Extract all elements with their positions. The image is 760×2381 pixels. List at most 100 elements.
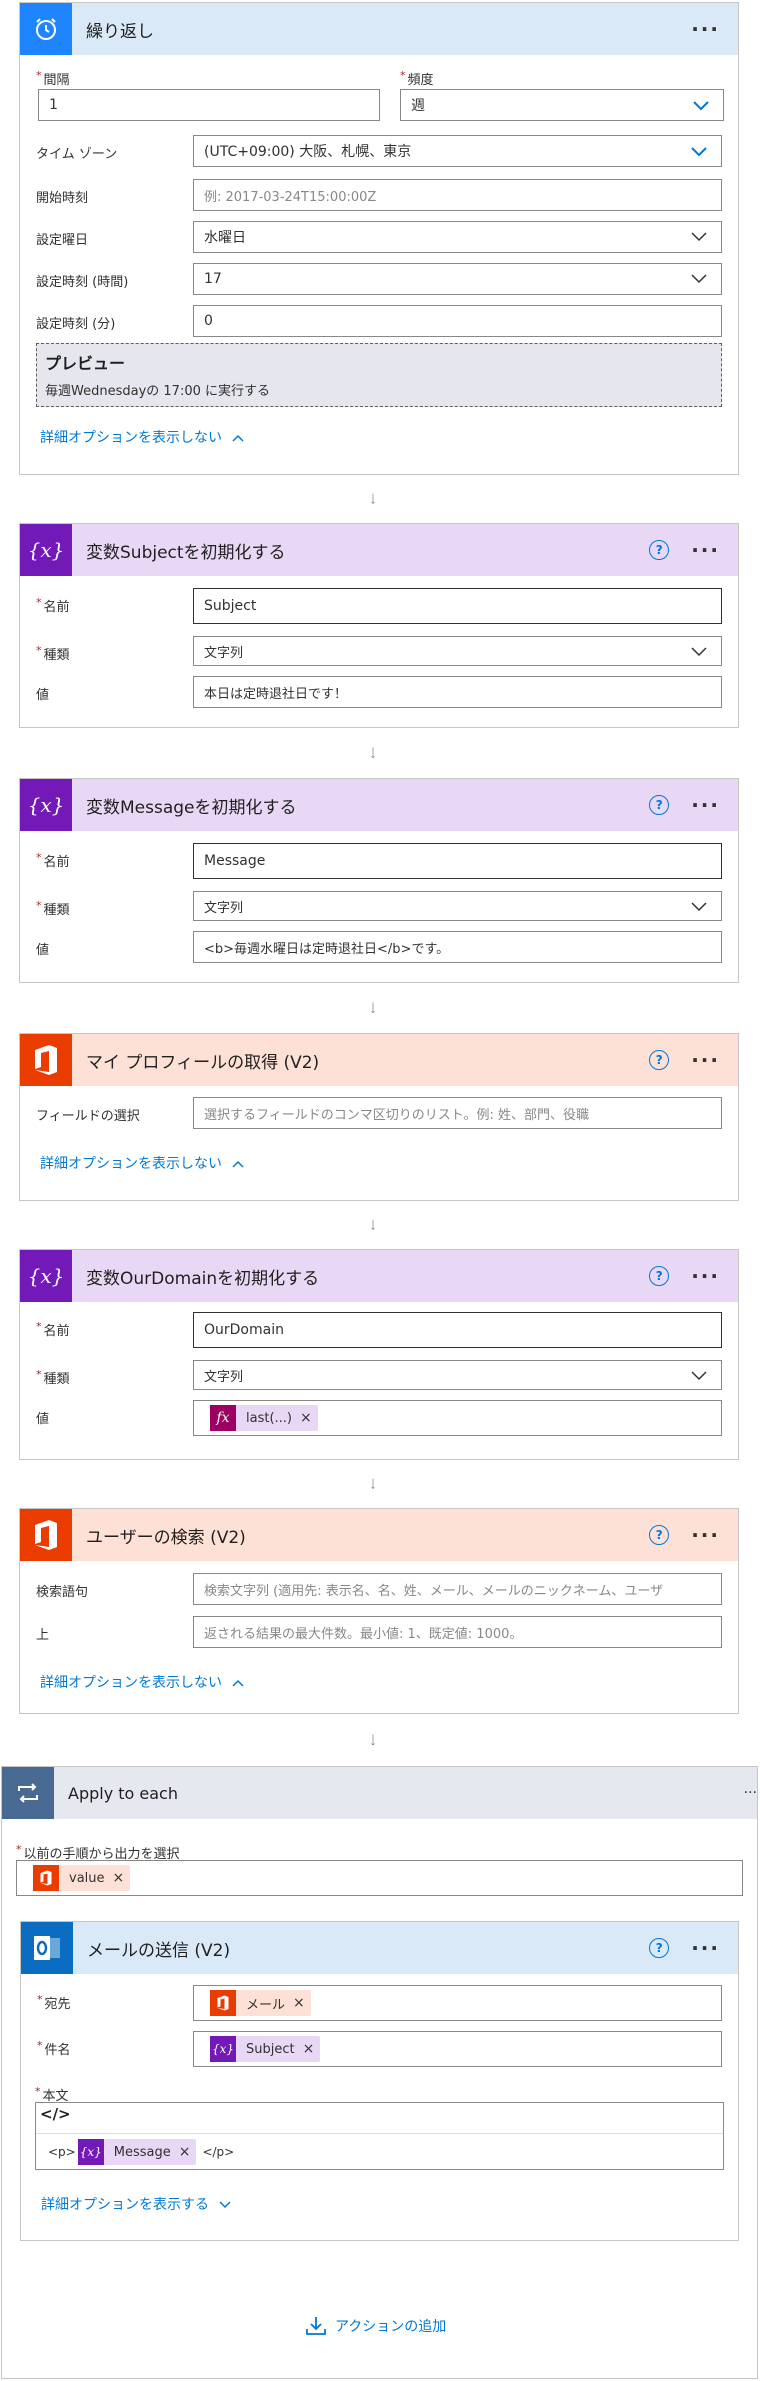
remove-token-icon[interactable]: × xyxy=(300,1410,318,1426)
value-input[interactable]: <b>毎週水曜日は定時退社日</b>です。 xyxy=(193,931,722,963)
email-token[interactable]: メール × xyxy=(210,1990,311,2016)
name-label: * 名前 xyxy=(36,1320,70,1339)
top-input[interactable]: 返される結果の最大件数。最小値: 1、既定値: 1000。 xyxy=(193,1616,722,1648)
office-icon xyxy=(20,1034,72,1086)
flow-arrow-icon xyxy=(371,493,375,505)
add-action-button[interactable]: アクションの追加 xyxy=(305,2315,446,2337)
remove-token-icon[interactable]: × xyxy=(179,2144,197,2160)
value-label: 値 xyxy=(36,943,50,958)
send-mail-header[interactable]: メールの送信 (V2) ? ··· xyxy=(21,1922,738,1974)
help-icon[interactable]: ? xyxy=(649,1266,670,1286)
chevron-down-icon xyxy=(691,647,707,657)
send-mail-title: メールの送信 (V2) xyxy=(87,1940,231,1961)
minute-input[interactable]: 0 xyxy=(193,305,722,337)
interval-input[interactable]: 1 xyxy=(38,89,380,121)
type-label: * 種類 xyxy=(36,1368,70,1387)
more-options-icon[interactable]: ··· xyxy=(744,1785,757,1801)
value-input[interactable]: 本日は定時退社日です！ xyxy=(193,676,722,708)
variable-icon: {x} xyxy=(20,779,72,831)
variable-icon: {x} xyxy=(77,2139,104,2165)
value-token-label: value xyxy=(69,1870,105,1886)
to-label: * 宛先 xyxy=(37,1993,71,2012)
type-select[interactable]: 文字列 xyxy=(193,636,722,666)
body-editor[interactable]: </> <p> {x} Message × </p> xyxy=(35,2102,724,2170)
value-input[interactable]: fx last(...) × xyxy=(193,1400,722,1436)
more-options-icon[interactable]: ··· xyxy=(691,17,720,41)
hour-row: 設定時刻 (時間) 17 xyxy=(20,263,738,297)
search-user-title: ユーザーの検索 (V2) xyxy=(86,1527,246,1548)
start-time-row: 開始時刻 例: 2017-03-24T15:00:00Z xyxy=(20,179,738,213)
type-select[interactable]: 文字列 xyxy=(193,1360,722,1390)
init-message-header[interactable]: {x} 変数Messageを初期化する ? ··· xyxy=(20,779,738,831)
show-advanced-options-link[interactable]: 詳細オプションを表示する xyxy=(41,2194,231,2214)
help-icon[interactable]: ? xyxy=(649,795,670,815)
start-time-input[interactable]: 例: 2017-03-24T15:00:00Z xyxy=(193,179,722,211)
type-select[interactable]: 文字列 xyxy=(193,891,722,921)
subject-token[interactable]: {x} Subject × xyxy=(210,2036,321,2062)
chevron-down-icon xyxy=(691,902,707,912)
init-domain-card: {x} 変数OurDomainを初期化する ? ··· * 名前 OurDomai… xyxy=(19,1249,739,1460)
select-output-input[interactable]: value × xyxy=(16,1860,743,1896)
to-input[interactable]: メール × xyxy=(193,1985,722,2021)
help-icon[interactable]: ? xyxy=(649,1938,670,1958)
name-input[interactable]: Subject xyxy=(193,588,722,624)
field-select-row: フィールドの選択 選択するフィールドのコンマ区切りのリスト。例: 姓、部門、役職 xyxy=(20,1097,738,1131)
search-term-input[interactable]: 検索文字列 (適用先: 表示名、名、姓、メール、メールのニックネーム、ユーザ xyxy=(193,1573,722,1605)
hour-select[interactable]: 17 xyxy=(193,263,722,295)
name-row: * 名前 Message xyxy=(20,843,738,879)
p-open-tag: <p> xyxy=(48,2145,76,2159)
init-domain-title: 変数OurDomainを初期化する xyxy=(86,1268,320,1289)
timezone-select[interactable]: (UTC+09:00) 大阪、札幌、東京 xyxy=(193,135,722,167)
hide-advanced-options-link[interactable]: 詳細オプションを表示しない xyxy=(40,1672,244,1692)
help-icon[interactable]: ? xyxy=(649,540,670,560)
name-input[interactable]: OurDomain xyxy=(193,1312,722,1348)
init-subject-header[interactable]: {x} 変数Subjectを初期化する ? ··· xyxy=(20,524,738,576)
apply-to-each-title: Apply to each xyxy=(68,1783,178,1803)
value-row: 値 fx last(...) × xyxy=(20,1400,738,1436)
frequency-select[interactable]: 週 xyxy=(400,89,724,121)
office-icon xyxy=(33,1865,59,1891)
remove-token-icon[interactable]: × xyxy=(113,1870,131,1886)
help-icon[interactable]: ? xyxy=(649,1525,670,1545)
recurrence-header[interactable]: 繰り返し ··· xyxy=(20,3,738,55)
variable-icon: {x} xyxy=(20,524,72,576)
more-options-icon[interactable]: ··· xyxy=(691,1523,720,1547)
hide-advanced-options-link[interactable]: 詳細オプションを表示しない xyxy=(40,1153,244,1173)
name-input[interactable]: Message xyxy=(193,843,722,879)
remove-token-icon[interactable]: × xyxy=(303,2041,321,2057)
minute-row: 設定時刻 (分) 0 xyxy=(20,305,738,339)
more-options-icon[interactable]: ··· xyxy=(691,538,720,562)
to-row: * 宛先 メール × xyxy=(21,1985,738,2021)
value-token[interactable]: value × xyxy=(33,1865,131,1891)
field-select-input[interactable]: 選択するフィールドのコンマ区切りのリスト。例: 姓、部門、役職 xyxy=(193,1097,722,1129)
hour-label: 設定時刻 (時間) xyxy=(36,275,129,290)
help-icon[interactable]: ? xyxy=(649,1050,670,1070)
subject-token-label: Subject xyxy=(246,2041,295,2057)
more-options-icon[interactable]: ··· xyxy=(691,1264,720,1288)
fx-icon: fx xyxy=(210,1405,236,1431)
field-select-label: フィールドの選択 xyxy=(36,1109,140,1124)
init-domain-header[interactable]: {x} 変数OurDomainを初期化する ? ··· xyxy=(20,1250,738,1302)
weekday-value: 水曜日 xyxy=(204,230,246,246)
my-profile-header[interactable]: マイ プロフィールの取得 (V2) ? ··· xyxy=(20,1034,738,1086)
subject-input[interactable]: {x} Subject × xyxy=(193,2031,722,2067)
message-token[interactable]: {x} Message × xyxy=(77,2139,197,2165)
my-profile-title: マイ プロフィールの取得 (V2) xyxy=(86,1052,320,1073)
type-row: * 種類 文字列 xyxy=(20,636,738,670)
remove-token-icon[interactable]: × xyxy=(293,1995,311,2011)
my-profile-card: マイ プロフィールの取得 (V2) ? ··· フィールドの選択 選択するフィー… xyxy=(19,1033,739,1201)
code-view-toggle[interactable]: </> xyxy=(40,2105,71,2123)
name-label: * 名前 xyxy=(36,851,70,870)
more-options-icon[interactable]: ··· xyxy=(691,793,720,817)
body-content: <p> {x} Message × </p> xyxy=(36,2133,723,2170)
more-options-icon[interactable]: ··· xyxy=(691,1936,720,1960)
type-value: 文字列 xyxy=(204,1369,244,1385)
expression-token[interactable]: fx last(...) × xyxy=(210,1405,318,1431)
search-user-header[interactable]: ユーザーの検索 (V2) ? ··· xyxy=(20,1509,738,1561)
hide-advanced-options-link[interactable]: 詳細オプションを表示しない xyxy=(40,427,244,447)
more-options-icon[interactable]: ··· xyxy=(691,1048,720,1072)
apply-to-each-header[interactable]: Apply to each ··· xyxy=(2,1767,757,1819)
weekday-select[interactable]: 水曜日 xyxy=(193,221,722,253)
chevron-down-icon xyxy=(219,2201,231,2209)
office-icon xyxy=(20,1509,72,1561)
